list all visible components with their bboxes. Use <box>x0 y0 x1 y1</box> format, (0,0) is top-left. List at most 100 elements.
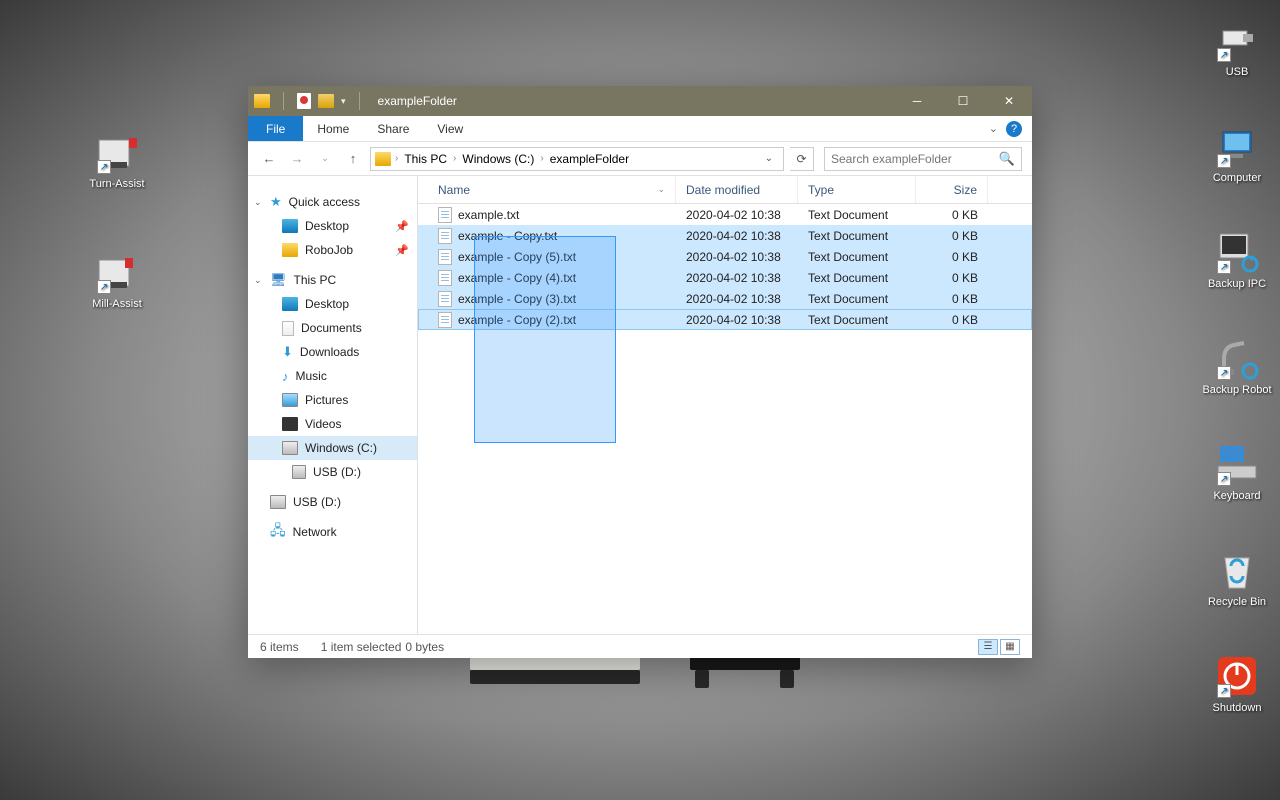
address-bar: ← → ⌄ ↑ › This PC › Windows (C:) › examp… <box>248 142 1032 176</box>
nav-back-button[interactable]: ← <box>258 148 280 170</box>
sidebar-network[interactable]: 🖧Network <box>248 520 417 544</box>
text-file-icon <box>438 291 452 307</box>
sidebar-item-music[interactable]: ♪Music <box>248 364 417 388</box>
nav-up-button[interactable]: ↑ <box>342 148 364 170</box>
desktop-icon-recycle-bin[interactable]: Recycle Bin <box>1200 548 1274 608</box>
file-row[interactable]: example - Copy.txt 2020-04-02 10:38 Text… <box>418 225 1032 246</box>
file-row[interactable]: example - Copy (2).txt 2020-04-02 10:38 … <box>418 309 1032 330</box>
breadcrumb-dropdown-icon[interactable]: ⌄ <box>765 153 773 164</box>
file-list-pane: Name⌄ Date modified Type Size example.tx… <box>418 176 1032 634</box>
desktop-icon-mill-assist[interactable]: ↗ Mill-Assist <box>80 250 154 310</box>
sidebar-quick-access[interactable]: ⌄★Quick access <box>248 190 417 214</box>
nav-recent-dropdown[interactable]: ⌄ <box>314 148 336 170</box>
breadcrumb-item[interactable]: This PC <box>400 152 451 166</box>
maximize-button[interactable]: ☐ <box>940 86 986 116</box>
desktop-icon-backup-ipc[interactable]: ↗ Backup IPC <box>1200 230 1274 290</box>
desktop-icon-shutdown[interactable]: ↗ Shutdown <box>1200 654 1274 714</box>
sidebar-item-desktop[interactable]: Desktop📌 <box>248 214 417 238</box>
shortcut-arrow-icon: ↗ <box>97 160 111 174</box>
text-file-icon <box>438 207 452 223</box>
tab-view[interactable]: View <box>423 116 477 141</box>
tab-share[interactable]: Share <box>363 116 423 141</box>
sidebar-item-robojob[interactable]: RoboJob📌 <box>248 238 417 262</box>
search-icon[interactable]: 🔍 <box>999 151 1015 167</box>
desktop-icon-keyboard[interactable]: ↗ Keyboard <box>1200 442 1274 502</box>
desktop: ↗ Turn-Assist ↗ Mill-Assist ↗ USB ↗ Comp… <box>0 0 1280 800</box>
shortcut-arrow-icon: ↗ <box>1217 48 1231 62</box>
sidebar-item-usb-d[interactable]: USB (D:) <box>248 490 417 514</box>
sidebar-item-windows-c[interactable]: Windows (C:) <box>248 436 417 460</box>
desktop-icon-computer[interactable]: ↗ Computer <box>1200 124 1274 184</box>
titlebar[interactable]: ▾ exampleFolder ─ ☐ ✕ <box>248 86 1032 116</box>
qat-dropdown-icon[interactable]: ▾ <box>341 96 346 107</box>
tab-file[interactable]: File <box>248 116 303 141</box>
desktop-icon-label: Mill-Assist <box>92 298 142 310</box>
breadcrumb[interactable]: › This PC › Windows (C:) › exampleFolder… <box>370 147 784 171</box>
pin-icon: 📌 <box>395 220 409 233</box>
pin-icon: 📌 <box>395 244 409 257</box>
search-input[interactable] <box>831 152 999 166</box>
column-date-modified[interactable]: Date modified <box>676 176 798 203</box>
sidebar-item-usb-d-nested[interactable]: USB (D:) <box>248 460 417 484</box>
desktop-icon-label: Computer <box>1213 172 1261 184</box>
desktop-icons-left: ↗ Turn-Assist ↗ Mill-Assist <box>80 130 154 310</box>
shortcut-arrow-icon: ↗ <box>1217 260 1231 274</box>
column-name[interactable]: Name⌄ <box>418 176 676 203</box>
minimize-button[interactable]: ─ <box>894 86 940 116</box>
status-item-count: 6 items <box>260 640 299 654</box>
sidebar-item-downloads[interactable]: ⬇Downloads <box>248 340 417 364</box>
desktop-icon-usb[interactable]: ↗ USB <box>1200 18 1274 78</box>
view-large-icons-button[interactable]: ▦ <box>1000 639 1020 655</box>
help-icon[interactable]: ? <box>1006 121 1022 137</box>
window-title: exampleFolder <box>372 94 457 108</box>
sort-indicator-icon: ⌄ <box>657 184 665 195</box>
sidebar-item-documents[interactable]: Documents <box>248 316 417 340</box>
shortcut-arrow-icon: ↗ <box>1217 684 1231 698</box>
shortcut-arrow-icon: ↗ <box>1217 154 1231 168</box>
nav-forward-button[interactable]: → <box>286 148 308 170</box>
sidebar-item-videos[interactable]: Videos <box>248 412 417 436</box>
refresh-button[interactable]: ⟳ <box>790 147 814 171</box>
file-row[interactable]: example - Copy (5).txt 2020-04-02 10:38 … <box>418 246 1032 267</box>
desktop-icon-turn-assist[interactable]: ↗ Turn-Assist <box>80 130 154 190</box>
new-folder-icon[interactable] <box>318 94 334 108</box>
desktop-icon-label: USB <box>1226 66 1249 78</box>
shortcut-arrow-icon: ↗ <box>1217 366 1231 380</box>
file-list[interactable]: example.txt 2020-04-02 10:38 Text Docume… <box>418 204 1032 634</box>
status-selected-count: 1 item selected <box>321 640 402 654</box>
desktop-icon-label: Shutdown <box>1213 702 1262 714</box>
column-size[interactable]: Size <box>916 176 988 203</box>
sidebar-this-pc[interactable]: ⌄🖥This PC <box>248 268 417 292</box>
navigation-pane: ⌄★Quick access Desktop📌 RoboJob📌 ⌄🖥This … <box>248 176 418 634</box>
desktop-icon-label: Keyboard <box>1213 490 1260 502</box>
view-details-button[interactable]: ☰ <box>978 639 998 655</box>
sidebar-item-pictures[interactable]: Pictures <box>248 388 417 412</box>
file-row[interactable]: example - Copy (4).txt 2020-04-02 10:38 … <box>418 267 1032 288</box>
search-box[interactable]: 🔍 <box>824 147 1022 171</box>
column-type[interactable]: Type <box>798 176 916 203</box>
desktop-icon-label: Backup Robot <box>1202 384 1271 396</box>
shortcut-arrow-icon: ↗ <box>1217 472 1231 486</box>
status-selected-size: 0 bytes <box>405 640 444 654</box>
column-headers: Name⌄ Date modified Type Size <box>418 176 1032 204</box>
file-row[interactable]: example - Copy (3).txt 2020-04-02 10:38 … <box>418 288 1032 309</box>
breadcrumb-item[interactable]: exampleFolder <box>546 152 633 166</box>
folder-icon <box>375 152 391 166</box>
desktop-icon-backup-robot[interactable]: ↗ Backup Robot <box>1200 336 1274 396</box>
file-row[interactable]: example.txt 2020-04-02 10:38 Text Docume… <box>418 204 1032 225</box>
sidebar-item-desktop[interactable]: Desktop <box>248 292 417 316</box>
breadcrumb-item[interactable]: Windows (C:) <box>458 152 538 166</box>
desktop-icons-right: ↗ USB ↗ Computer ↗ Backup IPC ↗ Backup R… <box>1200 18 1274 714</box>
status-bar: 6 items 1 item selected 0 bytes ☰ ▦ <box>248 634 1032 658</box>
text-file-icon <box>438 228 452 244</box>
properties-icon[interactable] <box>297 93 311 109</box>
file-explorer-window: ▾ exampleFolder ─ ☐ ✕ File Home Share Vi… <box>248 86 1032 658</box>
shortcut-arrow-icon: ↗ <box>97 280 111 294</box>
tab-home[interactable]: Home <box>303 116 363 141</box>
text-file-icon <box>438 270 452 286</box>
desktop-icon-label: Turn-Assist <box>89 178 144 190</box>
ribbon-expand-icon[interactable]: ⌄ <box>989 122 998 135</box>
ribbon-tabs: File Home Share View ⌄ ? <box>248 116 1032 142</box>
text-file-icon <box>438 249 452 265</box>
close-button[interactable]: ✕ <box>986 86 1032 116</box>
